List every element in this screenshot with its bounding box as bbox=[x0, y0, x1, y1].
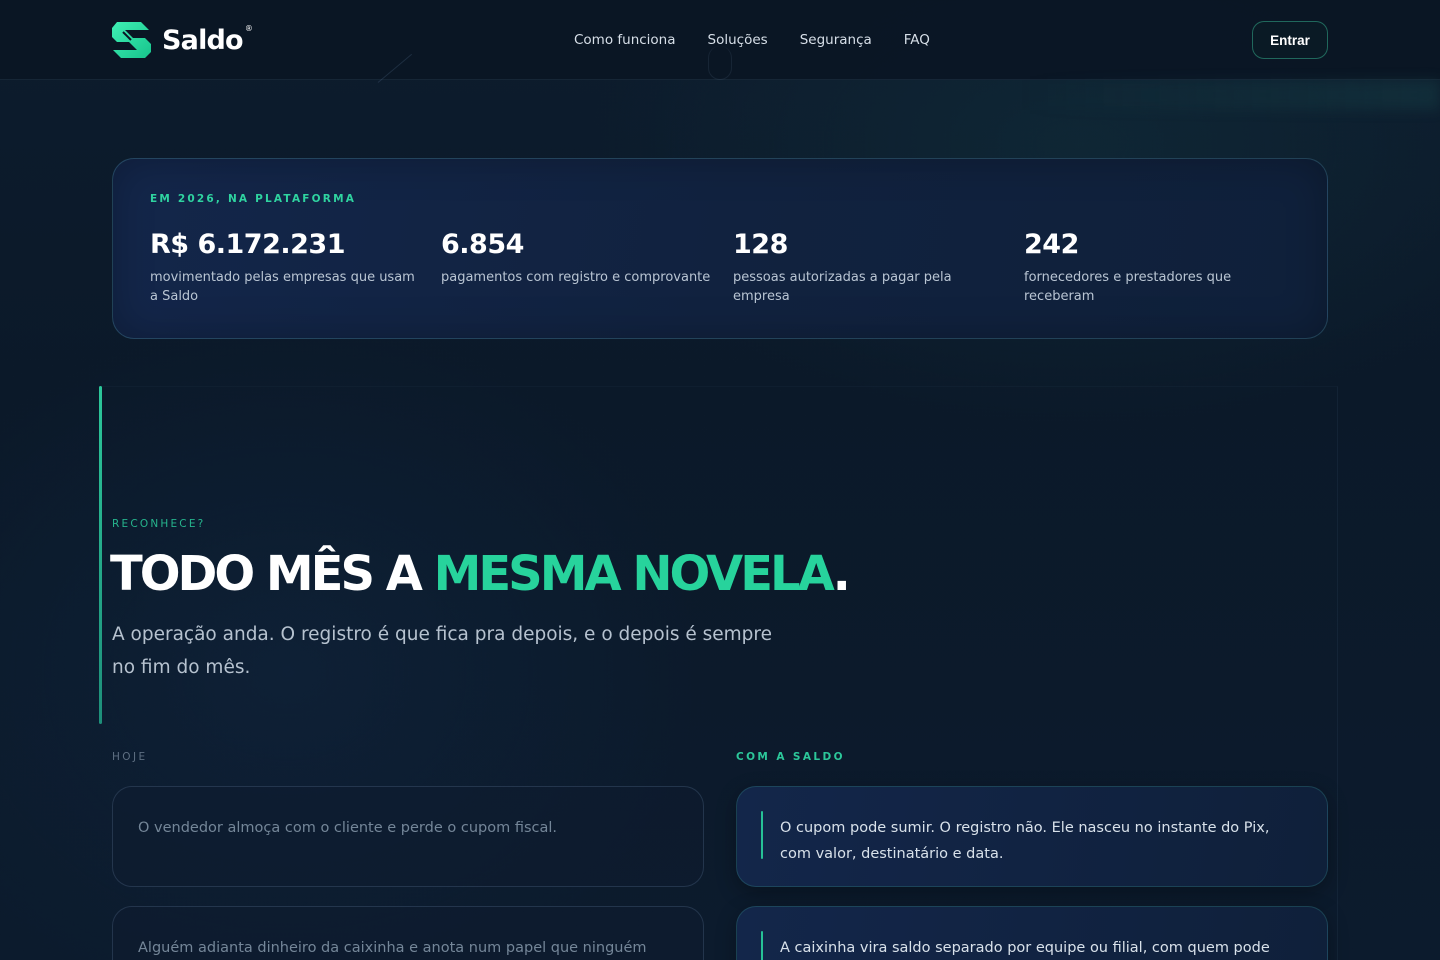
card-text: Alguém adianta dinheiro da caixinha e an… bbox=[138, 940, 647, 956]
brand-name: Saldo bbox=[162, 24, 244, 56]
headline-end: . bbox=[832, 546, 851, 602]
card-text: O cupom pode sumir. O registro não. Ele … bbox=[780, 820, 1270, 862]
today-card: O vendedor almoça com o cliente e perde … bbox=[112, 786, 704, 887]
saldo-card: O cupom pode sumir. O registro não. Ele … bbox=[736, 786, 1328, 887]
scroll-indicator-decoration bbox=[708, 46, 732, 80]
today-card: Alguém adianta dinheiro da caixinha e an… bbox=[112, 906, 704, 960]
stat-people: 128 pessoas autorizadas a pagar pela emp… bbox=[733, 229, 1003, 306]
stat-payments: 6.854 pagamentos com registro e comprova… bbox=[441, 229, 711, 287]
login-button[interactable]: Entrar bbox=[1252, 21, 1328, 59]
stat-volume: R$ 6.172.231 movimentado pelas empresas … bbox=[150, 229, 420, 306]
stat-value: 128 bbox=[733, 229, 788, 260]
saldo-column-label: COM A SALDO bbox=[736, 751, 845, 763]
registered-mark: ® bbox=[244, 24, 253, 33]
section-headline: TODO MÊS A MESMA NOVELA. bbox=[110, 546, 851, 602]
main-nav: Como funciona Soluções Segurança FAQ bbox=[574, 30, 930, 50]
headline-start: TODO MÊS A bbox=[110, 546, 434, 602]
headline-accent: MESMA NOVELA bbox=[433, 546, 836, 602]
card-text: A caixinha vira saldo separado por equip… bbox=[780, 940, 1270, 956]
platform-stats-card: EM 2026, NA PLATAFORMA R$ 6.172.231 movi… bbox=[112, 158, 1328, 339]
stat-label: pessoas autorizadas a pagar pela empresa bbox=[733, 270, 952, 304]
card-accent-bar bbox=[761, 931, 763, 960]
today-column-label: HOJE bbox=[112, 751, 148, 763]
card-accent-bar bbox=[761, 811, 763, 859]
nav-link-como-funciona[interactable]: Como funciona bbox=[574, 32, 676, 48]
nav-link-faq[interactable]: FAQ bbox=[904, 32, 930, 48]
section-accent-bar bbox=[99, 386, 102, 724]
saldo-card: A caixinha vira saldo separado por equip… bbox=[736, 906, 1328, 960]
saldo-logo-icon bbox=[112, 22, 151, 58]
stats-eyebrow: EM 2026, NA PLATAFORMA bbox=[150, 193, 357, 205]
header-glow-decoration bbox=[1020, 80, 1440, 110]
stat-suppliers: 242 fornecedores e prestadores que receb… bbox=[1024, 229, 1294, 306]
stat-value: R$ 6.172.231 bbox=[150, 229, 346, 260]
section-eyebrow: RECONHECE? bbox=[112, 518, 206, 530]
stat-label: fornecedores e prestadores que receberam bbox=[1024, 270, 1232, 304]
nav-link-seguranca[interactable]: Segurança bbox=[800, 32, 872, 48]
stat-label: movimentado pelas empresas que usam a Sa… bbox=[150, 270, 415, 304]
brand-logo[interactable]: Saldo ® bbox=[111, 20, 253, 60]
stat-label: pagamentos com registro e comprovante bbox=[441, 270, 711, 285]
card-text: O vendedor almoça com o cliente e perde … bbox=[138, 820, 558, 836]
stat-value: 242 bbox=[1024, 229, 1079, 260]
section-lead: A operação anda. O registro é que fica p… bbox=[112, 624, 772, 678]
stat-value: 6.854 bbox=[441, 229, 524, 260]
